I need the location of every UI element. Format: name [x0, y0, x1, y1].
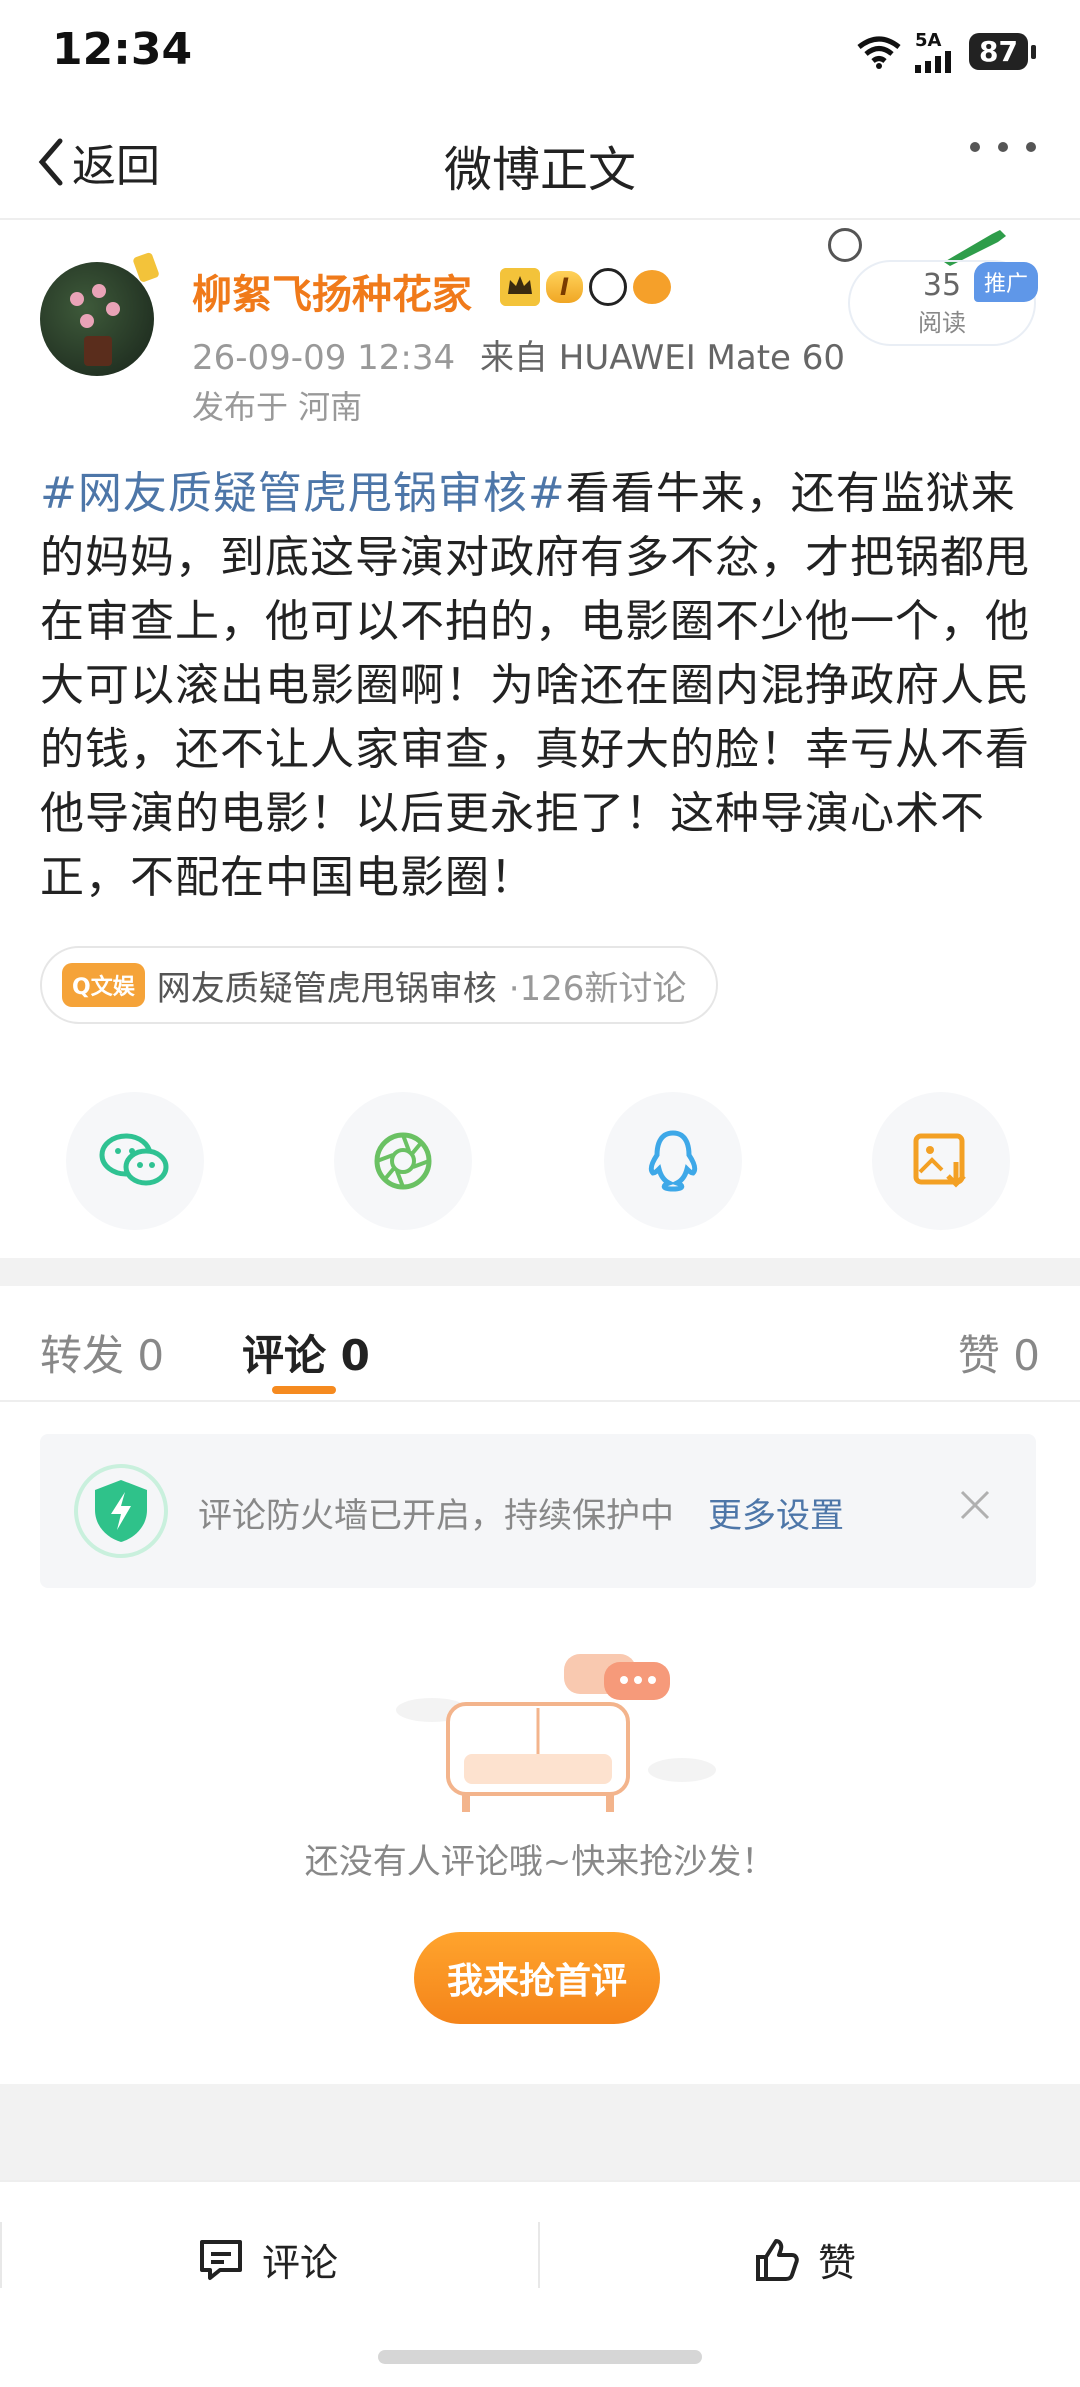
save-image-button[interactable] — [872, 1092, 1010, 1230]
post-via-prefix: 来自 — [479, 338, 548, 378]
nav-bar: 返回 微博正文 — [0, 100, 1080, 220]
status-time: 12:34 — [52, 24, 193, 75]
status-bar: 12:34 5A 87 — [0, 0, 1080, 100]
network-type: 5A — [915, 30, 942, 51]
share-wechat-button[interactable] — [66, 1092, 204, 1230]
avatar-badge-icon — [133, 252, 159, 282]
topic-discussion-count: ·126新讨论 — [508, 968, 687, 1009]
panda-badge-icon — [588, 268, 627, 306]
share-qq-button[interactable] — [604, 1092, 742, 1230]
soccer-ball-icon — [828, 228, 862, 262]
like-button-label: 赞 — [818, 2241, 857, 2285]
status-icons: 5A 87 — [857, 30, 1036, 73]
author-badges: I — [500, 268, 671, 306]
empty-sofa-illustration — [396, 1654, 716, 1812]
comment-button[interactable]: 评论 — [198, 2232, 338, 2287]
tab-comment[interactable]: 评论 0 — [242, 1322, 370, 1383]
dot-icon — [1026, 142, 1036, 152]
vip-level-badge: I — [546, 271, 583, 303]
fish-badge-icon — [632, 270, 671, 304]
close-icon[interactable] — [950, 1480, 1000, 1530]
read-count-label: 阅读 — [918, 309, 966, 337]
shield-icon — [74, 1464, 168, 1558]
page-footer-space — [0, 2084, 1080, 2180]
comment-firewall-banner: 评论防火墙已开启，持续保护中 更多设置 — [40, 1434, 1036, 1588]
thumbs-up-icon — [756, 2238, 799, 2281]
empty-comment-text: 还没有人评论哦~快来抢沙发！ — [304, 1842, 776, 1882]
post-location: 发布于 河南 — [192, 388, 363, 426]
bottom-bar-divider — [538, 2222, 540, 2288]
dot-icon — [970, 142, 980, 152]
bottom-bar-divider — [0, 2222, 2, 2288]
post-time: 26-09-09 12:34 — [192, 338, 456, 378]
wifi-icon — [857, 36, 901, 69]
comment-icon — [200, 2239, 242, 2280]
comment-button-label: 评论 — [262, 2241, 339, 2285]
vip-crown-icon — [500, 268, 540, 306]
interaction-tabs: 转发 0 评论 0 赞 0 — [0, 1286, 1080, 1402]
home-indicator[interactable] — [378, 2350, 702, 2364]
post-topic-link[interactable]: #网友质疑管虎甩锅审核# — [40, 468, 566, 519]
tab-repost[interactable]: 转发 0 — [40, 1322, 164, 1383]
first-comment-button[interactable]: 我来抢首评 — [414, 1932, 660, 2024]
author-name[interactable]: 柳絮飞扬种花家 — [192, 262, 472, 320]
dot-icon — [998, 142, 1008, 152]
post-meta: 26-09-09 12:34 来自 HUAWEI Mate 60 — [192, 330, 845, 379]
moments-icon — [374, 1132, 432, 1190]
battery-indicator: 87 — [969, 33, 1036, 70]
like-button[interactable]: 赞 — [754, 2232, 856, 2287]
section-divider — [0, 1258, 1080, 1286]
post-content: #网友质疑管虎甩锅审核#看看牛来，还有监狱来的妈妈，到底这导演对政府有多不忿，才… — [40, 462, 1050, 910]
topic-category-tag: Q文娱 — [62, 963, 145, 1007]
promotion-tag[interactable]: 推广 — [974, 262, 1039, 302]
page-title: 微博正文 — [443, 142, 636, 198]
more-menu-button[interactable] — [970, 142, 1036, 152]
wechat-icon — [99, 1133, 169, 1186]
save-image-icon — [913, 1133, 966, 1188]
qq-icon — [648, 1130, 698, 1192]
signal-icon — [915, 51, 952, 73]
post-device: HUAWEI Mate 60 — [558, 338, 846, 378]
active-tab-indicator — [272, 1386, 336, 1394]
post-text: 看看牛来，还有监狱来的妈妈，到底这导演对政府有多不忿，才把锅都甩在审查上，他可以… — [40, 468, 1030, 903]
share-moments-button[interactable] — [334, 1092, 472, 1230]
topic-chip[interactable]: Q文娱 网友质疑管虎甩锅审核 ·126新讨论 — [40, 946, 719, 1024]
topic-name: 网友质疑管虎甩锅审核 — [156, 968, 497, 1009]
tab-like[interactable]: 赞 0 — [958, 1322, 1040, 1383]
share-row — [0, 1092, 1080, 1232]
more-settings-link[interactable]: 更多设置 — [708, 1488, 844, 1537]
firewall-status-text: 评论防火墙已开启，持续保护中 — [198, 1496, 674, 1536]
bottom-action-bar: 评论 赞 — [0, 2180, 1080, 2332]
